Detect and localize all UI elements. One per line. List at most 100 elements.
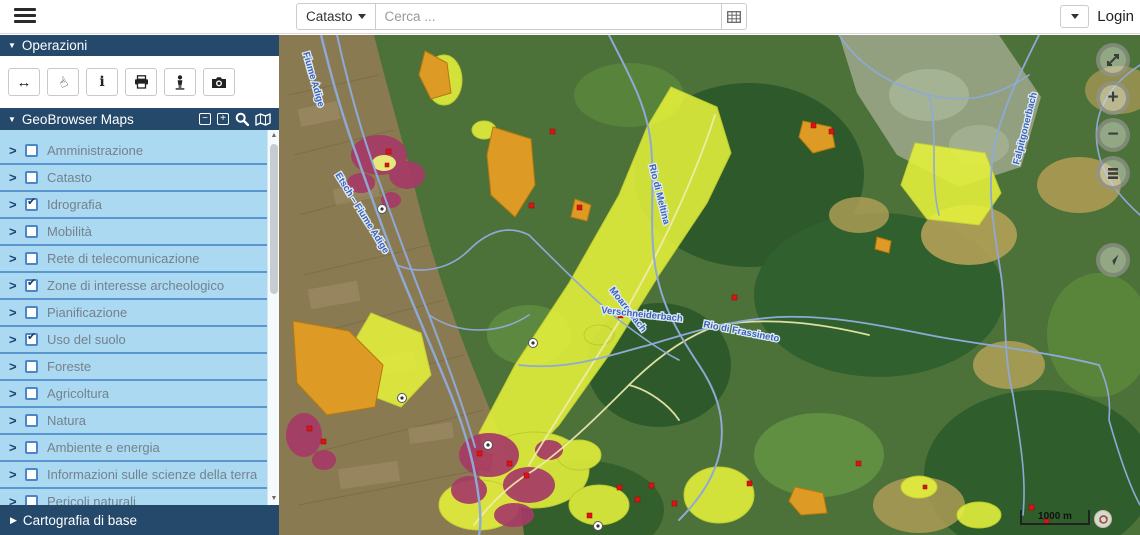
layer-checkbox[interactable] (25, 333, 38, 346)
chevron-down-icon (358, 14, 366, 19)
layer-checkbox[interactable] (25, 198, 38, 211)
layer-checkbox[interactable] (25, 360, 38, 373)
layer-item-ambiente-e-energia[interactable]: > Ambiente e energia (0, 435, 279, 462)
expand-chevron-icon[interactable]: > (9, 278, 25, 293)
expand-chevron-icon[interactable]: > (9, 224, 25, 239)
search-input[interactable] (376, 3, 722, 30)
attribution-arrows-icon (1098, 514, 1109, 525)
layer-item-idrografia[interactable]: > Idrografia (0, 192, 279, 219)
layer-checkbox[interactable] (25, 495, 38, 505)
expand-chevron-icon[interactable]: > (9, 251, 25, 266)
expand-chevron-icon[interactable]: > (9, 413, 25, 428)
expand-chevron-icon[interactable]: > (9, 170, 25, 185)
search-category-dropdown[interactable]: Catasto (296, 3, 376, 30)
layer-checkbox[interactable] (25, 441, 38, 454)
expand-arrows-icon (1105, 52, 1121, 68)
layer-label: Pericoli naturali (47, 494, 136, 505)
layer-checkbox[interactable] (25, 306, 38, 319)
layer-label: Ambiente e energia (47, 440, 160, 455)
layer-item-natura[interactable]: > Natura (0, 408, 279, 435)
expand-all-icon[interactable]: + (217, 113, 229, 125)
layer-label: Informazioni sulle scienze della terra (47, 467, 257, 482)
scroll-up-arrow-icon[interactable]: ▲ (268, 130, 279, 142)
zoom-to-extent-button[interactable] (1096, 43, 1130, 77)
expand-triangle-icon: ▶ (10, 515, 17, 526)
layer-item-foreste[interactable]: > Foreste (0, 354, 279, 381)
expand-chevron-icon[interactable]: > (9, 332, 25, 347)
layer-checkbox[interactable] (25, 225, 38, 238)
search-layers-icon[interactable] (235, 112, 249, 126)
layer-label: Natura (47, 413, 86, 428)
layer-label: Agricoltura (47, 386, 109, 401)
layer-checkbox[interactable] (25, 144, 38, 157)
expand-chevron-icon[interactable]: > (9, 359, 25, 374)
geobrowser-maps-title: GeoBrowser Maps (22, 112, 199, 127)
operazioni-toolbar: ↔ ☝ i (0, 56, 279, 108)
language-dropdown[interactable] (1060, 5, 1089, 28)
expand-chevron-icon[interactable]: > (9, 494, 25, 505)
hand-pointer-icon: ☝ (55, 72, 71, 91)
scrollbar-thumb[interactable] (270, 144, 278, 294)
layer-item-informazioni-sulle-scienze-della-terra[interactable]: > Informazioni sulle scienze della terra (0, 462, 279, 489)
operazioni-header[interactable]: ▼ Operazioni (0, 35, 279, 56)
zoom-in-button[interactable]: + (1096, 81, 1130, 115)
layer-list-scrollbar[interactable]: ▲ ▼ (267, 130, 279, 505)
layer-label: Mobilità (47, 224, 92, 239)
search-bar: Catasto (296, 3, 747, 30)
layer-item-catasto[interactable]: >Catasto (0, 165, 279, 192)
street-view-button[interactable] (164, 68, 196, 96)
layer-label: Rete di telecomunicazione (47, 251, 199, 266)
operazioni-title: Operazioni (22, 38, 87, 53)
layer-item-pericoli-naturali[interactable]: > Pericoli naturali (0, 489, 279, 505)
collapse-all-icon[interactable]: − (199, 113, 211, 125)
layer-checkbox[interactable] (25, 279, 38, 292)
map-icon[interactable] (255, 113, 271, 126)
layer-item-zone-di-interesse-archeologico[interactable]: > Zone di interesse archeologico (0, 273, 279, 300)
side-panel: ▼ Operazioni ↔ ☝ i (0, 35, 279, 535)
pan-horizontal-button[interactable]: ↔ (8, 68, 40, 96)
expand-chevron-icon[interactable]: > (9, 440, 25, 455)
layer-label: Foreste (47, 359, 91, 374)
feature-info-button[interactable]: i (86, 68, 118, 96)
layer-item-mobilit[interactable]: > Mobilità (0, 219, 279, 246)
select-feature-button[interactable]: ☝ (47, 68, 79, 96)
attribution-button[interactable] (1094, 510, 1112, 528)
top-bar: Catasto Login (0, 0, 1140, 34)
layer-item-agricoltura[interactable]: > Agricoltura (0, 381, 279, 408)
zoom-out-button[interactable]: − (1096, 118, 1130, 152)
layer-label: Idrografia (47, 197, 102, 212)
navigation-arrow-icon (1105, 252, 1121, 268)
map-canvas[interactable]: Fiume AdigeEtsch – Fiume AdigeRio di Mel… (279, 35, 1140, 535)
layer-checkbox[interactable] (25, 387, 38, 400)
layer-item-amministrazione[interactable]: >Amministrazione (0, 138, 279, 165)
screenshot-button[interactable] (203, 68, 235, 96)
geobrowser-maps-header[interactable]: ▼ GeoBrowser Maps − + (0, 108, 279, 130)
layer-label: Uso del suolo (47, 332, 126, 347)
layer-label: Zone di interesse archeologico (47, 278, 224, 293)
layer-checkbox[interactable] (25, 252, 38, 265)
login-link[interactable]: Login (1097, 8, 1134, 25)
cartografia-di-base-title: Cartografia di base (23, 513, 137, 528)
layer-checkbox[interactable] (25, 171, 38, 184)
search-category-label: Catasto (306, 9, 353, 24)
layer-item-rete-di-telecomunicazione[interactable]: > Rete di telecomunicazione (0, 246, 279, 273)
scroll-down-arrow-icon[interactable]: ▼ (268, 493, 279, 505)
print-button[interactable] (125, 68, 157, 96)
menu-hamburger-icon[interactable] (14, 8, 36, 25)
layer-label: Pianificazione (47, 305, 127, 320)
geolocate-button[interactable] (1096, 243, 1130, 277)
cartografia-di-base-header[interactable]: ▶ Cartografia di base (0, 505, 279, 535)
expand-chevron-icon[interactable]: > (9, 467, 25, 482)
pegman-icon (174, 75, 186, 90)
expand-chevron-icon[interactable]: > (9, 197, 25, 212)
expand-chevron-icon[interactable]: > (9, 143, 25, 158)
expand-chevron-icon[interactable]: > (9, 386, 25, 401)
layer-panel-button[interactable] (1096, 156, 1130, 190)
expand-chevron-icon[interactable]: > (9, 305, 25, 320)
search-results-table-button[interactable] (722, 3, 747, 30)
layer-item-pianificazione[interactable]: > Pianificazione (0, 300, 279, 327)
layer-checkbox[interactable] (25, 468, 38, 481)
layer-item-uso-del-suolo[interactable]: > Uso del suolo (0, 327, 279, 354)
layer-checkbox[interactable] (25, 414, 38, 427)
plus-icon: + (1107, 87, 1118, 109)
